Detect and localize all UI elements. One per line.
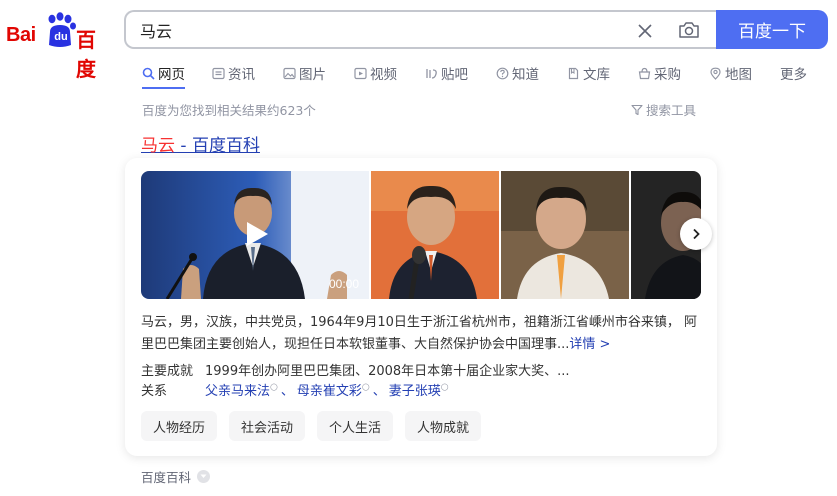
video-icon xyxy=(354,67,367,79)
chip-achievements[interactable]: 人物成就 xyxy=(405,411,482,441)
photo-3[interactable] xyxy=(501,171,629,299)
news-icon xyxy=(212,67,225,79)
basket-icon xyxy=(638,67,651,79)
tab-video[interactable]: 视频 xyxy=(354,62,397,84)
summary-text: 马云，男，汉族，中共党员，1964年9月10日生于浙江省杭州市，祖籍浙江省嵊州市… xyxy=(141,312,701,356)
search-input[interactable] xyxy=(140,20,620,40)
photo-2[interactable] xyxy=(371,171,499,299)
search-tabs: 网页 资讯 图片 视频 贴吧 知道 文库 采购 地图 更多 xyxy=(142,62,822,89)
chip-social[interactable]: 社会活动 xyxy=(229,411,306,441)
chevron-down-icon xyxy=(197,470,211,483)
question-icon xyxy=(496,67,509,79)
search-button[interactable]: 百度一下 xyxy=(716,10,828,49)
search-hint-icon: ○ xyxy=(270,382,278,393)
logo-cn: 百度 xyxy=(76,28,96,81)
gallery-next-button[interactable] xyxy=(680,218,712,250)
tab-label: 网页 xyxy=(158,67,185,83)
result-title-link[interactable]: 马云 - 百度百科 xyxy=(141,131,260,156)
separator: 、 xyxy=(372,384,386,399)
tab-map[interactable]: 地图 xyxy=(709,62,752,84)
play-icon[interactable] xyxy=(241,219,271,249)
logo-du: du xyxy=(54,31,68,43)
photo-gallery: 00:00 xyxy=(141,171,701,299)
tab-label: 地图 xyxy=(725,67,752,83)
tab-tieba[interactable]: 贴吧 xyxy=(425,62,468,84)
separator: 、 xyxy=(280,384,294,399)
tab-web[interactable]: 网页 xyxy=(142,62,185,89)
title-rest: - 百度百科 xyxy=(175,136,260,156)
result-count: 百度为您找到相关结果约623个 xyxy=(142,103,316,118)
tab-wenku[interactable]: 文库 xyxy=(567,62,610,84)
search-icon xyxy=(142,67,155,80)
search-hint-icon: ○ xyxy=(361,382,370,393)
tieba-icon xyxy=(426,68,437,79)
logo-bai: Bai xyxy=(6,24,36,46)
relation-link-wife[interactable]: 妻子张瑛 xyxy=(389,384,441,399)
chip-personal[interactable]: 个人生活 xyxy=(317,411,394,441)
tab-news[interactable]: 资讯 xyxy=(212,62,255,84)
search-box xyxy=(124,10,718,49)
relations-label: 关系 xyxy=(141,384,168,399)
chip-career[interactable]: 人物经历 xyxy=(141,411,218,441)
portrait-image xyxy=(371,171,499,299)
search-hint-icon: ○ xyxy=(440,382,449,393)
relation-link-mother[interactable]: 母亲崔文彩 xyxy=(297,384,362,399)
achievements-label: 主要成就 xyxy=(141,364,194,379)
more-link[interactable]: 详情 > xyxy=(569,337,610,352)
tab-label: 更多 xyxy=(780,67,807,83)
source-name: 百度百科 xyxy=(141,470,192,485)
search-tools-button[interactable]: 搜索工具 xyxy=(631,100,696,119)
tab-label: 图片 xyxy=(299,67,326,83)
tab-label: 知道 xyxy=(512,67,539,83)
document-icon xyxy=(568,67,579,79)
relations-row: 关系 父亲马来法○、母亲崔文彩○、妻子张瑛○ xyxy=(141,380,449,399)
relation-link-father[interactable]: 父亲马来法 xyxy=(205,384,270,399)
tab-images[interactable]: 图片 xyxy=(283,62,326,84)
achievements-row: 主要成就 1999年创办阿里巴巴集团、2008年日本第十届企业家大奖、... xyxy=(141,360,570,379)
tab-label: 贴吧 xyxy=(441,67,468,83)
portrait-image xyxy=(501,171,629,299)
camera-icon[interactable] xyxy=(677,19,701,41)
tab-label: 采购 xyxy=(654,67,681,83)
baidu-logo[interactable]: Bai du 百度 xyxy=(6,12,110,81)
video-duration: 00:00 xyxy=(329,277,360,291)
tab-caigou[interactable]: 采购 xyxy=(638,62,681,84)
tab-label: 资讯 xyxy=(228,67,255,83)
tab-more[interactable]: 更多 xyxy=(780,62,807,84)
chevron-right-icon xyxy=(693,228,700,240)
achievements-value: 1999年创办阿里巴巴集团、2008年日本第十届企业家大奖、... xyxy=(205,364,570,379)
image-icon xyxy=(283,67,296,79)
clear-icon[interactable] xyxy=(634,20,656,42)
summary-body: 马云，男，汉族，中共党员，1964年9月10日生于浙江省杭州市，祖籍浙江省嵊州市… xyxy=(141,315,698,352)
source-label[interactable]: 百度百科 xyxy=(141,467,211,486)
map-pin-icon xyxy=(710,67,721,80)
search-tools-label: 搜索工具 xyxy=(646,103,697,118)
tab-zhidao[interactable]: 知道 xyxy=(496,62,539,84)
filter-icon xyxy=(631,104,643,115)
title-highlight: 马云 xyxy=(141,136,175,156)
tab-label: 视频 xyxy=(370,67,397,83)
video-thumbnail[interactable]: 00:00 xyxy=(141,171,369,299)
tab-label: 文库 xyxy=(583,67,610,83)
